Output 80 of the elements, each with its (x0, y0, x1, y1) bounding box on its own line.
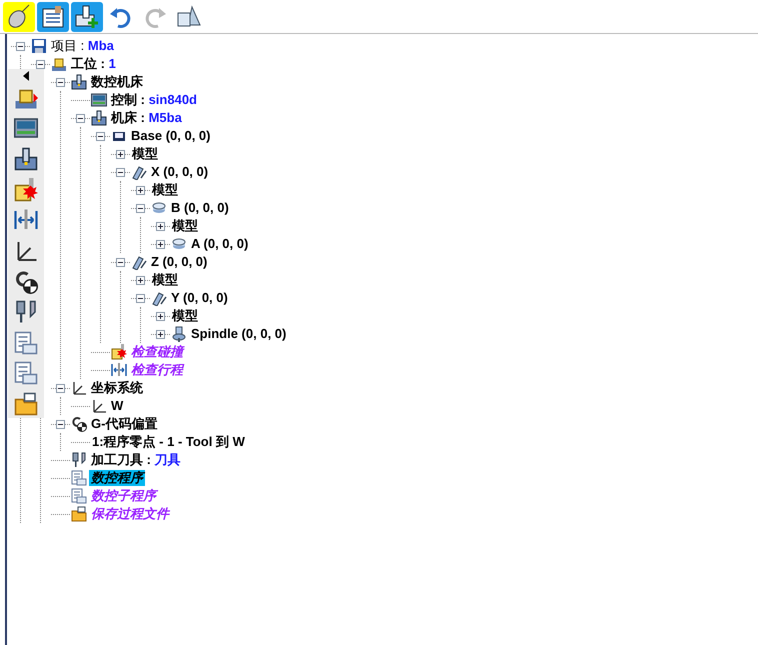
collapse-toggle[interactable] (96, 132, 105, 140)
controller-icon (14, 116, 38, 140)
shapes-icon (176, 4, 202, 30)
tree-item[interactable]: 模型 (170, 218, 200, 234)
workpiece-icon (51, 56, 67, 72)
tree-item[interactable]: 控制 : sin840d (109, 92, 199, 108)
offset-icon (14, 270, 38, 294)
tree-item[interactable]: W (109, 398, 126, 414)
tree-item[interactable]: 保存过程文件 (89, 506, 171, 522)
tree-item[interactable]: Y (0, 0, 0) (169, 290, 230, 306)
mouse-button[interactable] (3, 2, 35, 32)
tree-item[interactable]: 数控机床 (89, 74, 145, 90)
tree-item[interactable]: Spindle (0, 0, 0) (189, 326, 288, 342)
disc-icon (151, 200, 167, 216)
tree-item[interactable]: 数控程序 (89, 470, 145, 486)
tool-icon (14, 300, 38, 324)
collapse-toggle[interactable] (16, 42, 25, 50)
program-icon (14, 330, 38, 355)
folder-icon (14, 392, 38, 416)
machine-icon (91, 110, 107, 126)
program-icon (71, 470, 87, 486)
slide-icon (131, 164, 147, 180)
add-machine-button[interactable] (71, 2, 103, 32)
spindle-icon (171, 326, 187, 342)
tree-item[interactable]: X (0, 0, 0) (149, 164, 210, 180)
tree-item[interactable]: 模型 (150, 182, 180, 198)
tree-item[interactable]: Base (0, 0, 0) (129, 128, 212, 144)
offset-icon (71, 416, 87, 432)
tree-item[interactable]: 数控子程序 (89, 488, 158, 504)
tree-item[interactable]: 检查行程 (129, 362, 185, 378)
axes-icon (91, 398, 107, 414)
expand-toggle[interactable] (156, 312, 165, 320)
tree-item[interactable]: G-代码偏置 (89, 416, 160, 432)
collapse-toggle[interactable] (56, 78, 65, 86)
collapse-toggle[interactable] (136, 204, 145, 212)
machine-add-icon (74, 4, 100, 30)
expand-toggle[interactable] (156, 240, 165, 248)
collapse-toggle[interactable] (116, 258, 125, 266)
slide-icon (151, 290, 167, 306)
collision-icon (111, 344, 127, 360)
tree-item[interactable]: 模型 (130, 146, 160, 162)
tool-icon (71, 452, 87, 468)
tree-item[interactable]: 工位 : 1 (69, 56, 118, 72)
collision-icon (14, 178, 38, 202)
slide-icon (131, 254, 147, 270)
axes-icon (71, 380, 87, 396)
tree-item[interactable]: 项目 : Mba (49, 38, 116, 54)
mouse-icon (6, 4, 32, 30)
tree-item[interactable]: 坐标系统 (89, 380, 145, 396)
tree-item[interactable]: 检查碰撞 (129, 344, 185, 360)
expand-toggle[interactable] (136, 186, 145, 194)
tree-item[interactable]: 机床 : M5ba (109, 110, 184, 126)
folder-icon (71, 506, 87, 522)
collapse-toggle[interactable] (36, 60, 45, 68)
tree-item[interactable]: A (0, 0, 0) (189, 236, 250, 252)
collapse-toggle[interactable] (56, 420, 65, 428)
tree-item[interactable]: 1:程序零点 - 1 - Tool 到 W (90, 434, 247, 450)
collapse-toggle[interactable] (56, 384, 65, 392)
tree-item[interactable]: Z (0, 0, 0) (149, 254, 210, 270)
program-icon (14, 361, 38, 386)
collapse-toggle[interactable] (76, 114, 85, 122)
controller-icon (91, 92, 107, 108)
expand-toggle[interactable] (156, 330, 165, 338)
collapse-arrow-icon[interactable] (22, 71, 30, 81)
machine-icon (14, 146, 38, 171)
tree-item[interactable]: 模型 (170, 308, 200, 324)
expand-toggle[interactable] (156, 222, 165, 230)
document-button[interactable] (37, 2, 69, 32)
program-icon (71, 488, 87, 504)
expand-toggle[interactable] (136, 276, 145, 284)
collapse-toggle[interactable] (136, 294, 145, 302)
machine-icon (71, 74, 87, 90)
tree-item[interactable]: 模型 (150, 272, 180, 288)
travel-icon (111, 362, 127, 378)
expand-toggle[interactable] (116, 150, 125, 158)
tree-item[interactable]: 加工刀具 : 刀具 (89, 452, 183, 468)
disc-icon (171, 236, 187, 252)
document-icon (40, 4, 66, 30)
collapse-toggle[interactable] (116, 168, 125, 176)
tree-item[interactable]: B (0, 0, 0) (169, 200, 231, 216)
